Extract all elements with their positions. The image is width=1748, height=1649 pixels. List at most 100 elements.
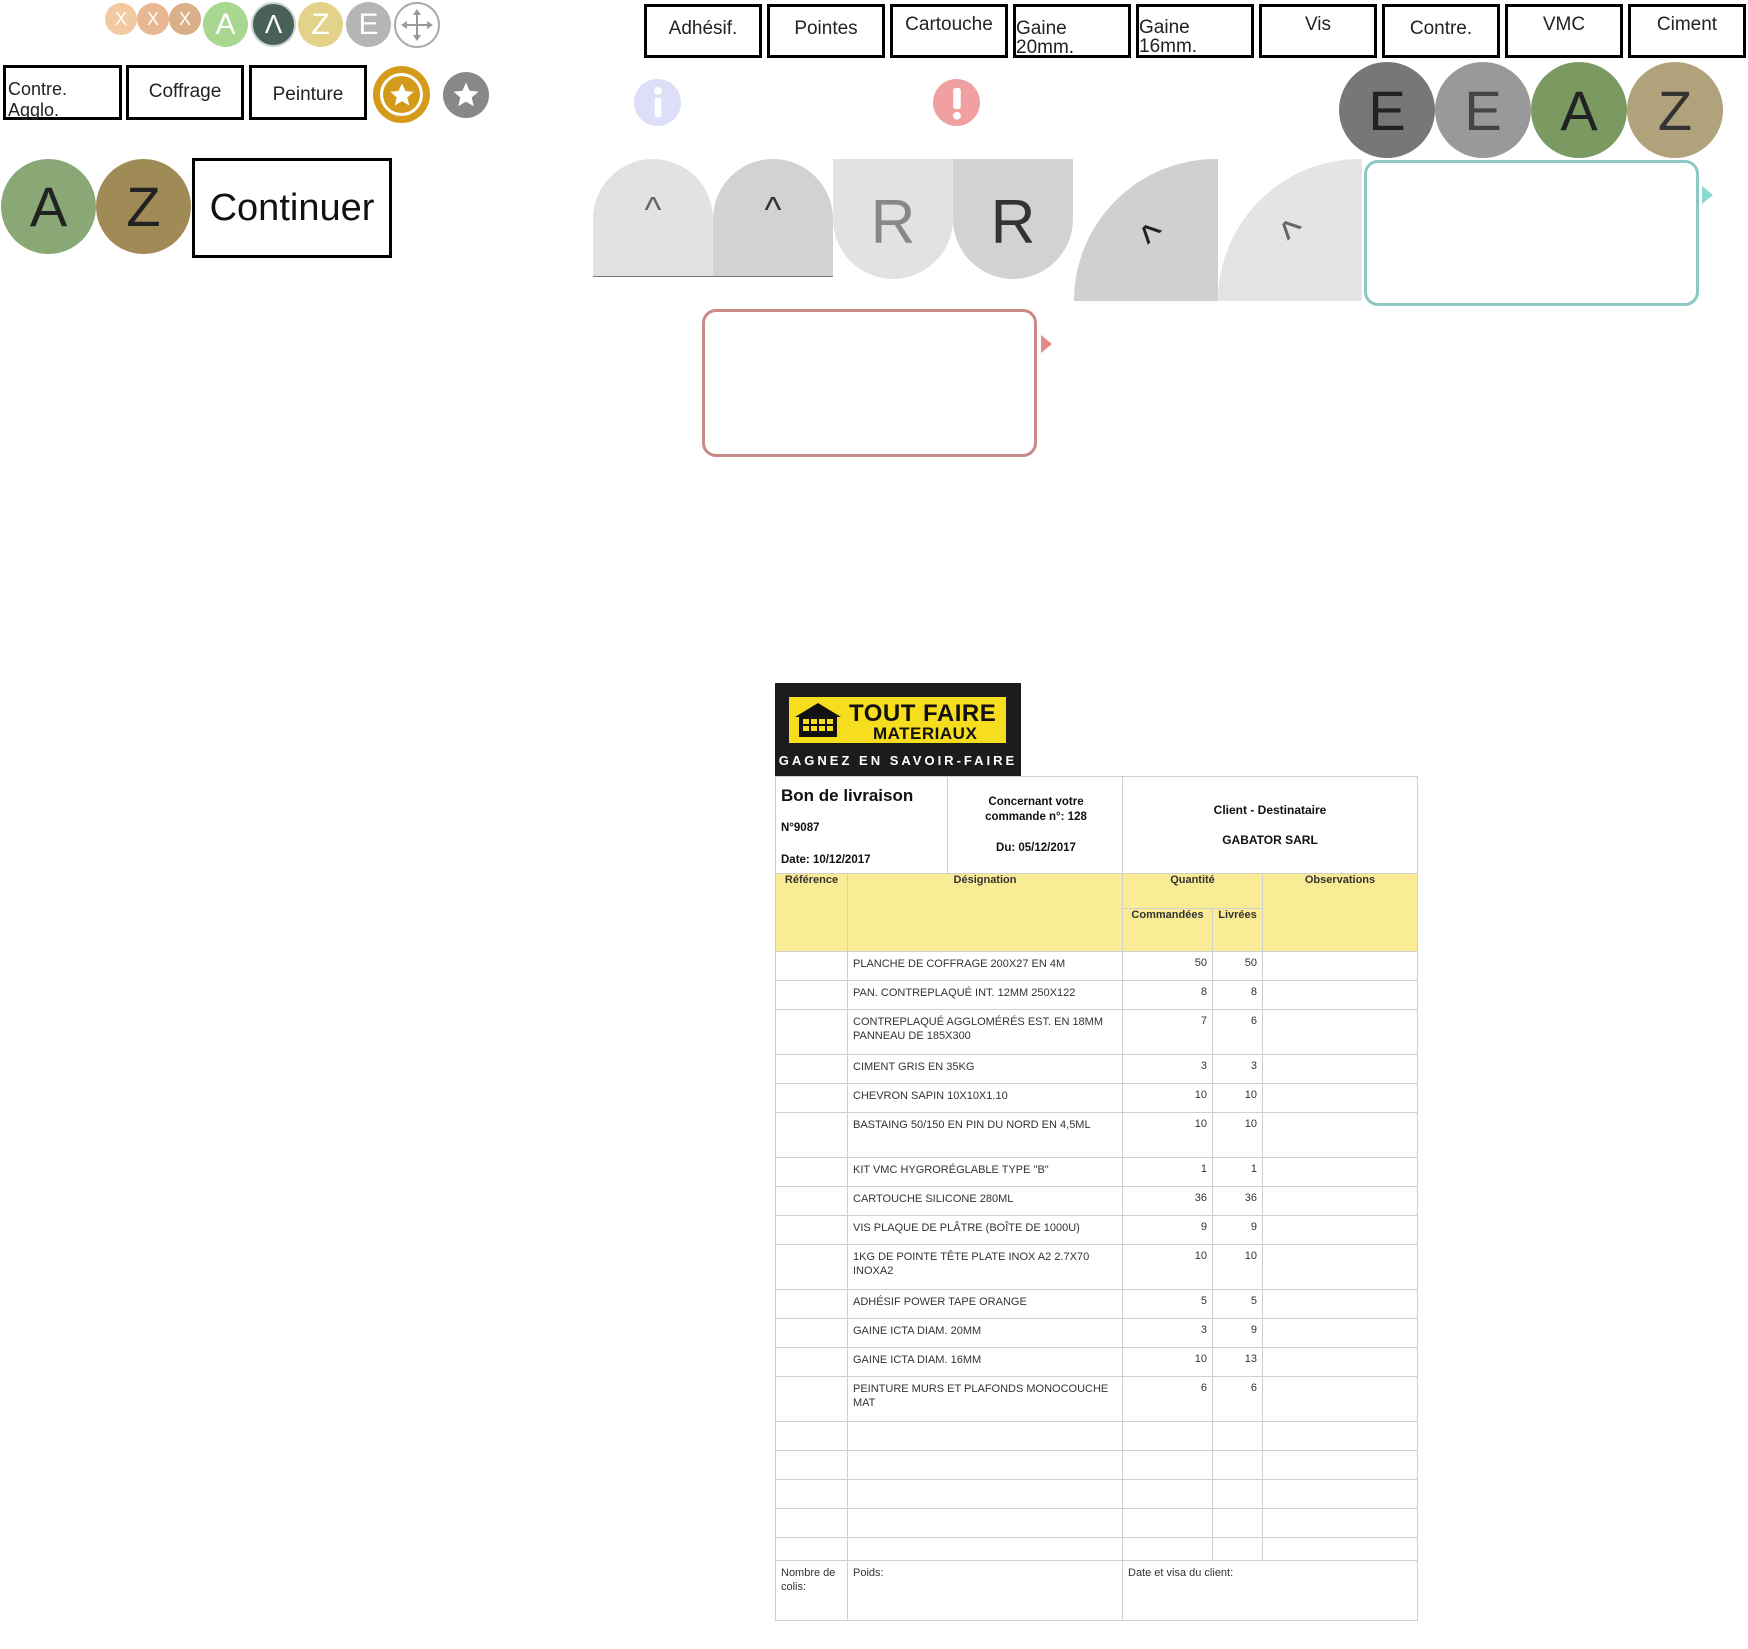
row-ordered: 10: [1122, 1347, 1213, 1377]
letter-e-button-small[interactable]: E: [346, 2, 391, 47]
button-label: Coffrage: [148, 81, 222, 102]
e-label: E: [1368, 78, 1406, 142]
table-row: VIS PLAQUE DE PLÂTRE (BOÎTE DE 1000U) 9 9: [775, 1215, 1419, 1245]
tab-r-rounded-1[interactable]: R: [833, 159, 953, 279]
close-x-button-1[interactable]: X: [105, 3, 137, 35]
caret-label: ^: [764, 189, 782, 230]
row-ordered: 9: [1122, 1215, 1213, 1245]
info-button[interactable]: [634, 79, 681, 126]
row-delivered: 10: [1212, 1083, 1263, 1113]
row-delivered: 50: [1212, 951, 1263, 981]
material-button-peinture[interactable]: Peinture: [249, 65, 367, 120]
callout-box-teal[interactable]: [1364, 160, 1699, 306]
letter-z-button-small[interactable]: Z: [298, 2, 343, 47]
material-button-vis[interactable]: Vis: [1259, 4, 1377, 58]
logo-tagline: GAGNEZ EN SAVOIR-FAIRE: [778, 753, 1018, 768]
a-label: A: [1560, 78, 1598, 142]
row-ordered: 36: [1122, 1186, 1213, 1216]
button-label: Gaine 20mm.: [1016, 18, 1075, 58]
a-label: A: [215, 7, 236, 41]
caret-label: Λ: [264, 9, 283, 39]
info-icon: [653, 86, 662, 117]
material-button-adhesif[interactable]: Adhésif.: [644, 4, 762, 58]
delivery-note-header-row: Bon de livraison N°9087 Date: 10/12/2017…: [775, 776, 1419, 874]
table-row: GAINE ICTA DIAM. 20MM 3 9: [775, 1318, 1419, 1348]
row-ordered: 10: [1122, 1244, 1213, 1290]
x-icon: X: [146, 8, 159, 29]
tab-caret-quarter-1[interactable]: ^: [1074, 159, 1218, 301]
z-label: Z: [126, 175, 161, 238]
button-label: Vis: [1304, 14, 1332, 35]
row-delivered: 10: [1212, 1244, 1263, 1290]
letter-z-button-large[interactable]: Z: [96, 159, 191, 254]
footer-signature: Date et visa du client:: [1121, 1560, 1419, 1621]
row-delivered: 3: [1212, 1054, 1263, 1084]
header-ordered: Commandées: [1122, 908, 1213, 952]
row-designation: PEINTURE MURS ET PLAFONDS MONOCOUCHE MAT: [847, 1376, 1123, 1422]
button-label: Adhésif.: [668, 18, 738, 39]
letter-a-button-large[interactable]: A: [1, 159, 96, 254]
material-button-coffrage[interactable]: Coffrage: [126, 65, 244, 120]
button-label: Peinture: [272, 84, 344, 105]
button-label: Gaine 16mm.: [1139, 17, 1198, 57]
material-button-vmc[interactable]: VMC: [1505, 4, 1623, 58]
callout-box-rose[interactable]: [702, 309, 1037, 457]
move-button[interactable]: [394, 2, 440, 48]
material-button-gaine-16[interactable]: Gaine 16mm.: [1136, 4, 1254, 58]
letter-e-button-gray[interactable]: E: [1435, 62, 1531, 158]
footer-row: Nombre de colis: Poids: Date et visa du …: [775, 1560, 1419, 1621]
tab-caret-quarter-2[interactable]: ^: [1218, 159, 1362, 301]
row-delivered: 1: [1212, 1157, 1263, 1187]
empty-row: [775, 1479, 1419, 1509]
client-label: Client - Destinataire: [1213, 803, 1327, 817]
row-delivered: 5: [1212, 1289, 1263, 1319]
letter-e-button-dark[interactable]: E: [1339, 62, 1435, 158]
tab-caret-rounded-1[interactable]: ^: [593, 159, 713, 277]
header-quantity: Quantité: [1122, 873, 1263, 909]
material-button-gaine-20[interactable]: Gaine 20mm.: [1013, 4, 1131, 58]
alert-button[interactable]: [933, 79, 980, 126]
continue-button[interactable]: Continuer: [192, 158, 392, 258]
table-row: PAN. CONTREPLAQUÉ INT. 12MM 250X122 8 8: [775, 980, 1419, 1010]
material-button-contre-agglo[interactable]: Contre. Agglo.: [3, 65, 122, 120]
letter-a-button-right[interactable]: A: [1531, 62, 1627, 158]
continue-label: Continuer: [209, 186, 375, 229]
row-ordered: 7: [1122, 1009, 1213, 1055]
close-x-button-3[interactable]: X: [169, 3, 201, 35]
letter-a-button-small[interactable]: A: [203, 2, 248, 47]
row-designation: CARTOUCHE SILICONE 280ML: [847, 1186, 1123, 1216]
row-ordered: 8: [1122, 980, 1213, 1010]
header-reference: Référence: [775, 873, 848, 952]
row-ordered: 6: [1122, 1376, 1213, 1422]
callout-pointer-rose: [1041, 335, 1052, 353]
row-delivered: 9: [1212, 1318, 1263, 1348]
row-designation: ADHÉSIF POWER TAPE ORANGE: [847, 1289, 1123, 1319]
z-label: Z: [1657, 78, 1693, 142]
letter-z-button-right[interactable]: Z: [1627, 62, 1723, 158]
row-designation: PAN. CONTREPLAQUÉ INT. 12MM 250X122: [847, 980, 1123, 1010]
material-button-cartouche[interactable]: Cartouche: [890, 4, 1008, 58]
button-label: Cartouche: [905, 14, 993, 35]
favorite-button-gray[interactable]: [443, 72, 489, 118]
caret-button-small[interactable]: Λ: [251, 2, 296, 47]
tab-caret-rounded-2[interactable]: ^: [713, 159, 833, 277]
client-name: GABATOR SARL: [1222, 833, 1318, 847]
material-button-pointes[interactable]: Pointes: [767, 4, 885, 58]
row-ordered: 50: [1122, 951, 1213, 981]
tab-r-rounded-2[interactable]: R: [953, 159, 1073, 279]
material-button-ciment[interactable]: Ciment: [1628, 4, 1746, 58]
empty-row: [775, 1450, 1419, 1480]
x-icon: X: [178, 8, 191, 29]
order-reference: Concernant votre commande n°: 128: [985, 796, 1087, 823]
button-label: Pointes: [794, 18, 858, 39]
table-row: CONTREPLAQUÉ AGGLOMÉRÉS EST. EN 18MM PAN…: [775, 1009, 1419, 1055]
r-label: R: [990, 188, 1036, 257]
row-designation: GAINE ICTA DIAM. 20MM: [847, 1318, 1123, 1348]
button-label: VMC: [1542, 14, 1586, 35]
row-delivered: 13: [1212, 1347, 1263, 1377]
footer-parcels: Nombre de colis:: [775, 1560, 848, 1621]
row-delivered: 6: [1212, 1376, 1263, 1422]
close-x-button-2[interactable]: X: [137, 3, 169, 35]
material-button-contre[interactable]: Contre.: [1382, 4, 1500, 58]
favorite-button-gold[interactable]: [373, 66, 430, 123]
